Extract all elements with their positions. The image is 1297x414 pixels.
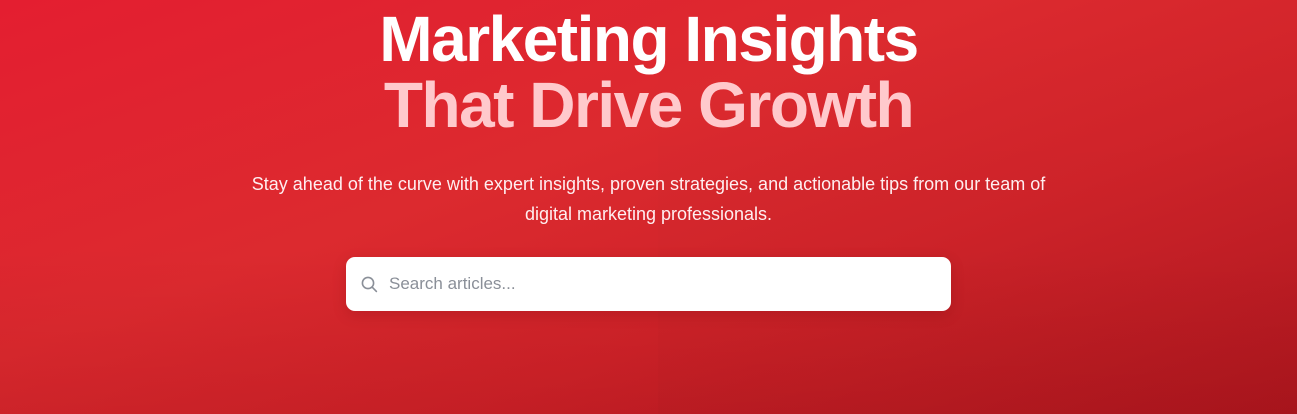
search-bar[interactable] [346,257,951,311]
hero-headline: Marketing Insights That Drive Growth [379,3,919,141]
search-input[interactable] [389,264,929,304]
hero-subtitle: Stay ahead of the curve with expert insi… [251,174,1046,224]
hero-section: Marketing Insights That Drive Growth Sta… [0,0,1297,414]
headline-line-primary: Marketing Insights [379,3,919,75]
search-icon [360,275,378,293]
headline-line-accent: That Drive Growth [383,69,915,141]
